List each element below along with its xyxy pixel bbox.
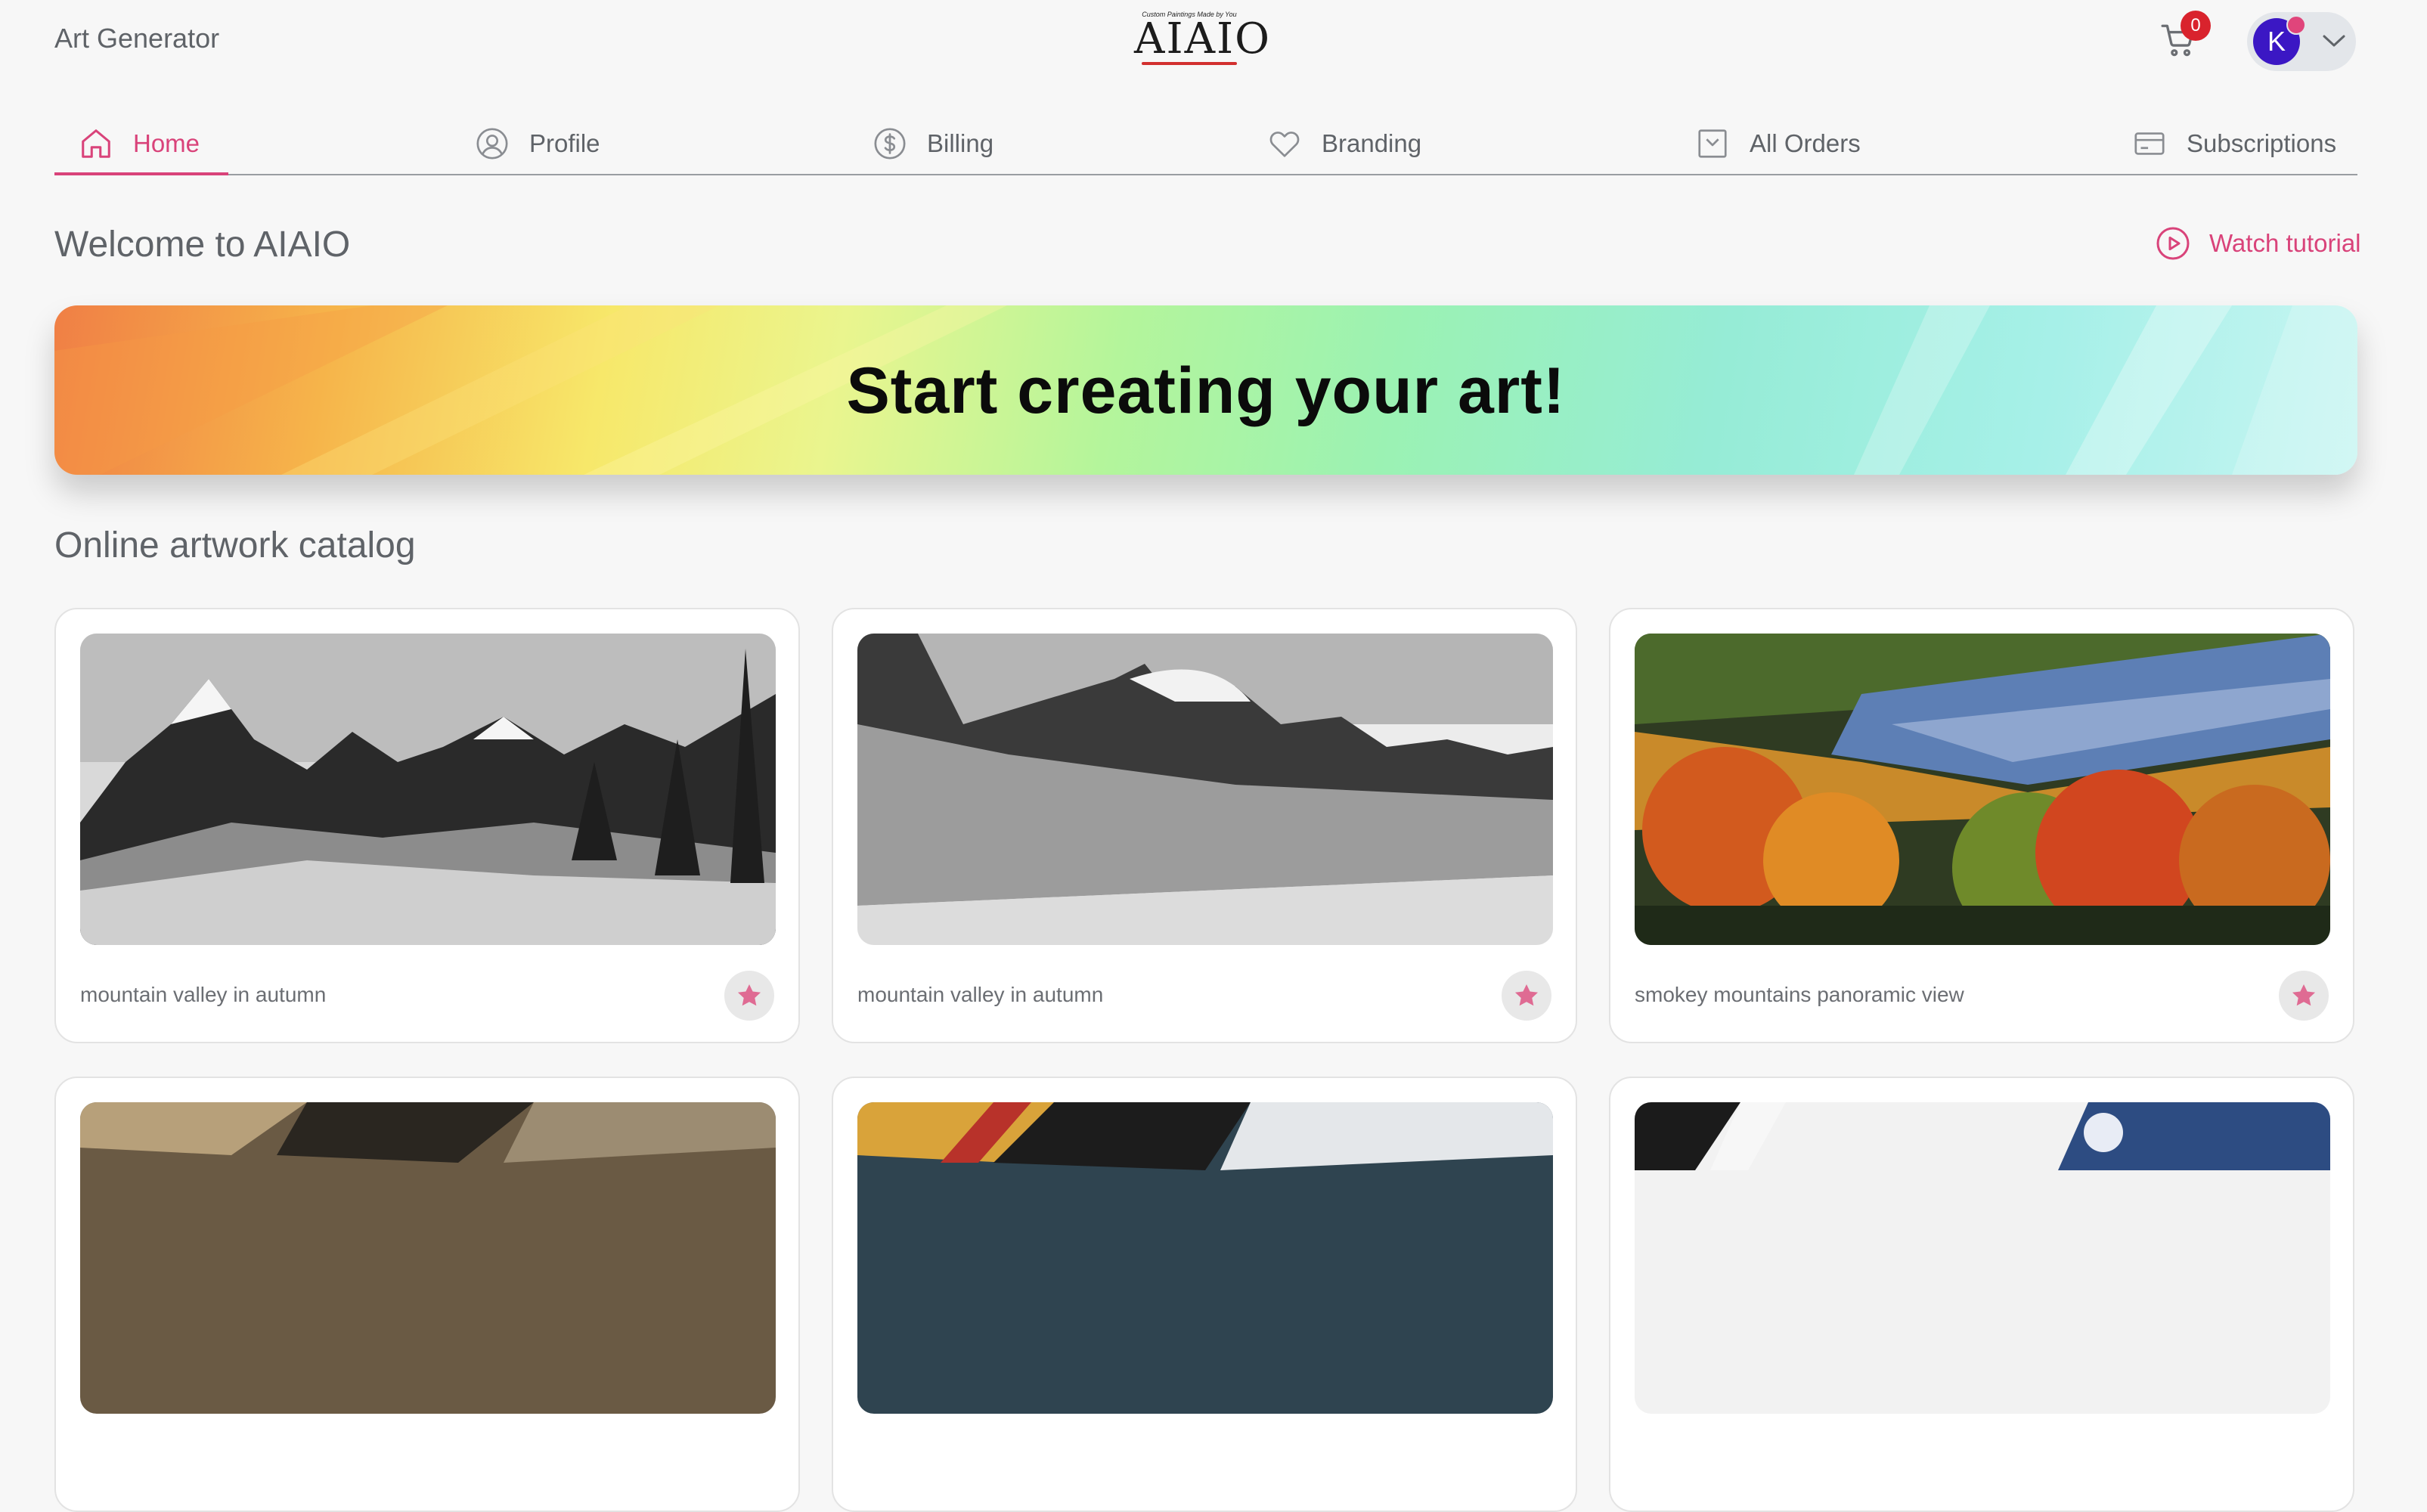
artwork-caption: smokey mountains panoramic view bbox=[1635, 983, 1964, 1006]
artwork-caption: mountain valley in autumn bbox=[857, 983, 1104, 1006]
app-title: Art Generator bbox=[54, 23, 220, 54]
favorite-button[interactable] bbox=[1502, 971, 1551, 1021]
tab-branding[interactable]: Branding bbox=[1267, 113, 1421, 174]
tab-profile-label: Profile bbox=[529, 129, 600, 157]
tab-subscriptions-label: Subscriptions bbox=[2187, 129, 2337, 157]
tab-all-orders-label: All Orders bbox=[1750, 129, 1861, 157]
watch-tutorial-label: Watch tutorial bbox=[2209, 229, 2361, 257]
artwork-thumbnail bbox=[1635, 634, 2330, 945]
artwork-card[interactable] bbox=[54, 1077, 800, 1512]
dollar-circle-icon bbox=[874, 128, 906, 160]
tab-branding-label: Branding bbox=[1322, 129, 1422, 157]
active-tab-indicator bbox=[54, 172, 228, 175]
artwork-card[interactable] bbox=[1609, 1077, 2354, 1512]
logo-wordmark: AIAIO bbox=[1134, 14, 1272, 64]
artwork-thumbnail bbox=[80, 1102, 776, 1414]
favorite-button[interactable] bbox=[2279, 971, 2329, 1021]
artwork-thumbnail bbox=[80, 634, 776, 945]
artwork-card[interactable]: mountain valley in autumn bbox=[832, 608, 1577, 1043]
artwork-thumbnail bbox=[857, 1102, 1553, 1414]
main-nav: Home Profile Billing Branding All Orders… bbox=[54, 113, 2357, 175]
home-icon bbox=[82, 129, 110, 158]
artwork-thumbnail bbox=[857, 634, 1553, 945]
inbox-icon bbox=[1698, 129, 1727, 158]
star-icon bbox=[2292, 984, 2316, 1006]
artwork-caption: mountain valley in autumn bbox=[80, 983, 327, 1006]
card-icon bbox=[2134, 132, 2165, 155]
account-menu-button[interactable]: K bbox=[2247, 12, 2356, 71]
artwork-card[interactable]: mountain valley in autumn bbox=[54, 608, 800, 1043]
play-circle-icon bbox=[2156, 227, 2190, 260]
tab-subscriptions[interactable]: Subscriptions bbox=[2132, 113, 2336, 174]
watch-tutorial-link[interactable]: Watch tutorial bbox=[2155, 225, 2361, 262]
start-creating-banner[interactable]: Start creating your art! bbox=[54, 305, 2357, 475]
cart-count-badge: 0 bbox=[2181, 11, 2211, 41]
tab-profile[interactable]: Profile bbox=[475, 113, 600, 174]
favorite-button[interactable] bbox=[724, 971, 774, 1021]
artwork-image[interactable] bbox=[857, 634, 1553, 945]
tab-all-orders[interactable]: All Orders bbox=[1695, 113, 1861, 174]
star-icon bbox=[737, 984, 761, 1006]
star-icon bbox=[1514, 984, 1539, 1006]
artwork-thumbnail bbox=[1635, 1102, 2330, 1414]
heart-icon bbox=[1269, 132, 1300, 157]
artwork-card[interactable] bbox=[832, 1077, 1577, 1512]
artwork-image[interactable] bbox=[1635, 634, 2330, 945]
artwork-image[interactable] bbox=[80, 634, 776, 945]
user-circle-icon bbox=[476, 128, 508, 160]
tab-home-label: Home bbox=[133, 129, 200, 157]
tab-billing[interactable]: Billing bbox=[873, 113, 993, 174]
aiaio-logo[interactable]: Custom Paintings Made by You AIAIO bbox=[1134, 11, 1272, 71]
avatar-status-icon bbox=[2286, 15, 2306, 35]
page-title: Welcome to AIAIO bbox=[54, 225, 351, 265]
banner-headline: Start creating your art! bbox=[846, 355, 1566, 427]
artwork-image[interactable] bbox=[1635, 1102, 2330, 1414]
artwork-card[interactable]: smokey mountains panoramic view bbox=[1609, 608, 2354, 1043]
artwork-image[interactable] bbox=[857, 1102, 1553, 1414]
tab-billing-label: Billing bbox=[927, 129, 994, 157]
tab-home[interactable]: Home bbox=[79, 113, 200, 174]
catalog-title: Online artwork catalog bbox=[54, 525, 416, 565]
artwork-image[interactable] bbox=[80, 1102, 776, 1414]
chevron-down-icon bbox=[2323, 35, 2345, 47]
